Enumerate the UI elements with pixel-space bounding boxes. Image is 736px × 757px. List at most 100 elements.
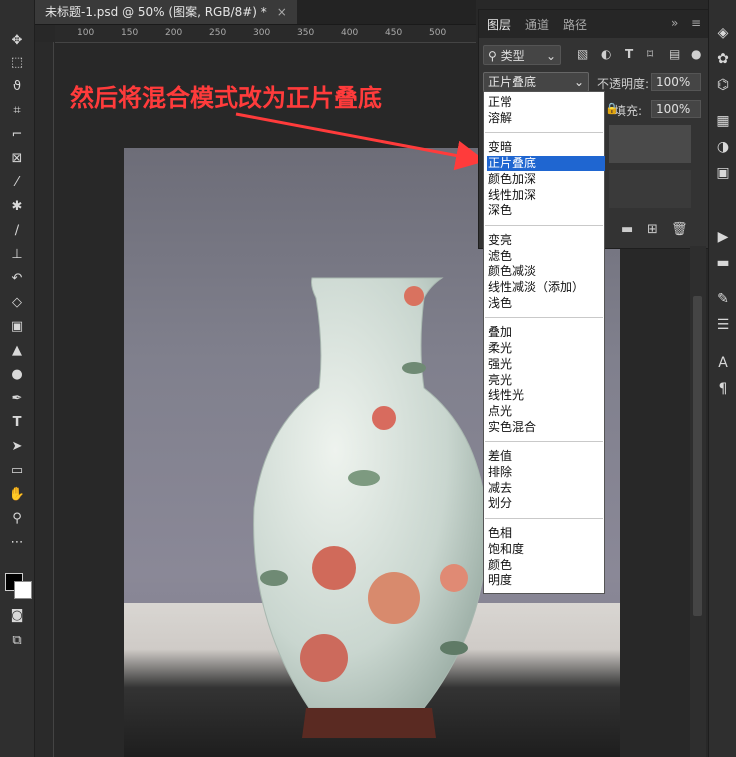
menu-separator [485,224,603,226]
more-icon[interactable]: ⋯ [6,532,28,552]
blend-mode-item[interactable]: 颜色加深 [487,172,605,187]
blend-mode-item[interactable]: 变暗 [487,140,605,155]
play-icon[interactable]: ▶ [714,228,732,246]
eraser-icon[interactable]: ◇ [6,292,28,312]
ruler-tick: 450 [385,28,403,38]
blend-mode-item[interactable]: 颜色 [487,558,605,573]
layers-icon[interactable]: ◈ [714,24,732,42]
shape-filter-icon[interactable]: ⌑ [647,47,653,61]
blend-mode-item[interactable]: 深色 [487,203,605,218]
blend-mode-item[interactable]: 色相 [487,526,605,541]
path-icon[interactable]: ⌬ [714,76,732,94]
type-icon[interactable]: T [6,412,28,432]
lasso-icon[interactable]: ϑ [6,76,28,96]
pen-icon[interactable]: ✒ [6,388,28,408]
ruler-tick: 200 [165,28,183,38]
zoom-icon[interactable]: ⚲ [6,508,28,528]
frame-icon[interactable]: ⊠ [6,148,28,168]
character-icon[interactable]: A [714,354,732,372]
blend-mode-item[interactable]: 变亮 [487,233,605,248]
tab-layers[interactable]: 图层 [487,16,511,33]
blend-mode-item[interactable]: 浅色 [487,296,605,311]
tab-paths[interactable]: 路径 [563,16,587,33]
blend-mode-item[interactable]: 线性加深 [487,188,605,203]
blend-mode-item[interactable]: 亮光 [487,373,605,388]
move-icon[interactable]: ✥ [6,30,28,50]
blend-mode-item[interactable]: 线性减淡（添加） [487,280,605,295]
pixel-filter-icon[interactable]: ▧ [577,47,588,61]
marquee-icon[interactable]: ⬚ [6,52,28,72]
blend-mode-item[interactable]: 叠加 [487,325,605,340]
screen-mode-icon[interactable]: ⧉ [6,630,28,650]
background-color-swatch[interactable] [14,581,32,599]
lock-icon[interactable]: 🔒 [605,102,619,115]
shape-icon[interactable]: ▭ [6,460,28,480]
fill-input[interactable]: 100% [651,100,701,118]
smart-object-filter-icon[interactable]: ▤ [669,47,680,61]
flower [440,564,468,592]
dodge-icon[interactable]: ● [6,364,28,384]
layer-row[interactable] [609,125,691,163]
healing-icon[interactable]: ✱ [6,196,28,216]
chevron-down-icon: ⌄ [545,49,556,63]
blur-icon[interactable]: ▲ [6,340,28,360]
blend-mode-item[interactable]: 滤色 [487,249,605,264]
blend-mode-item[interactable]: 明度 [487,573,605,588]
libraries-icon[interactable]: ▦ [714,112,732,130]
ruler-tick: 500 [429,28,447,38]
new-group-icon[interactable]: ▬ [621,222,633,237]
sliders-icon[interactable]: ☰ [714,316,732,334]
document-tab[interactable]: 未标题-1.psd @ 50% (图案, RGB/8#) * × [35,0,297,24]
gradient-icon[interactable]: ▣ [6,316,28,336]
new-layer-icon[interactable]: ⊞ [647,222,658,237]
blend-mode-item[interactable]: 线性光 [487,388,605,403]
blend-mode-value: 正片叠底 [488,75,537,89]
blend-mode-item[interactable]: 点光 [487,404,605,419]
opacity-input[interactable]: 100% [651,73,701,91]
stamp-icon[interactable]: ⊥ [6,244,28,264]
adjustment-filter-icon[interactable]: ◐ [601,47,611,61]
tools-panel: ✥ ⬚ ϑ ⌗ ⌐ ⊠ ⁄ ✱ ∕ ⊥ ↶ ◇ ▣ ▲ ● ✒ T ➤ ▭ ✋ … [0,0,35,757]
properties-icon[interactable]: ▣ [714,164,732,182]
adjustments-icon[interactable]: ◑ [714,138,732,156]
delete-layer-icon[interactable]: 🗑 [671,222,688,237]
shapes-icon[interactable]: ✿ [714,50,732,68]
blend-mode-item[interactable]: 排除 [487,465,605,480]
quick-mask-icon[interactable]: ◙ [6,605,28,625]
blend-mode-item[interactable]: 溶解 [487,111,605,126]
blend-mode-item[interactable]: 划分 [487,496,605,511]
collapse-icon[interactable]: » [671,16,678,30]
blend-mode-item[interactable]: 正片叠底 [487,156,605,172]
blend-mode-item[interactable]: 饱和度 [487,542,605,557]
blend-mode-item[interactable]: 减去 [487,481,605,496]
flower [404,286,424,306]
blend-mode-select[interactable]: 正片叠底 ⌄ [483,72,589,92]
blend-mode-item[interactable]: 正常 [487,95,605,110]
blend-mode-item[interactable]: 差值 [487,449,605,464]
scrollbar-thumb[interactable] [693,296,702,616]
comments-icon[interactable]: ▬ [714,254,732,272]
history-brush-icon[interactable]: ↶ [6,268,28,288]
brush-icon[interactable]: ∕ [6,220,28,240]
close-tab-icon[interactable]: × [277,5,287,19]
leaf [348,470,380,486]
panel-scrollbar[interactable] [690,246,706,757]
path-select-icon[interactable]: ➤ [6,436,28,456]
blend-mode-item[interactable]: 柔光 [487,341,605,356]
tab-channels[interactable]: 通道 [525,16,549,33]
brush-settings-icon[interactable]: ✎ [714,290,732,308]
layer-row[interactable] [609,170,691,208]
eyedropper-icon[interactable]: ⁄ [6,172,28,192]
panel-menu-icon[interactable]: ≡ [691,16,701,30]
paragraph-icon[interactable]: ¶ [714,380,732,398]
filter-toggle-icon[interactable]: ● [691,47,701,61]
blend-mode-item[interactable]: 颜色减淡 [487,264,605,279]
quick-select-icon[interactable]: ⌗ [6,100,28,120]
type-filter-icon[interactable]: T [625,47,633,61]
filter-kind-select[interactable]: ⚲ 类型 ⌄ [483,45,561,65]
blend-mode-item[interactable]: 强光 [487,357,605,372]
blend-mode-item[interactable]: 实色混合 [487,420,605,435]
vase-stand [302,708,436,738]
crop-icon[interactable]: ⌐ [6,124,28,144]
hand-icon[interactable]: ✋ [6,484,28,504]
